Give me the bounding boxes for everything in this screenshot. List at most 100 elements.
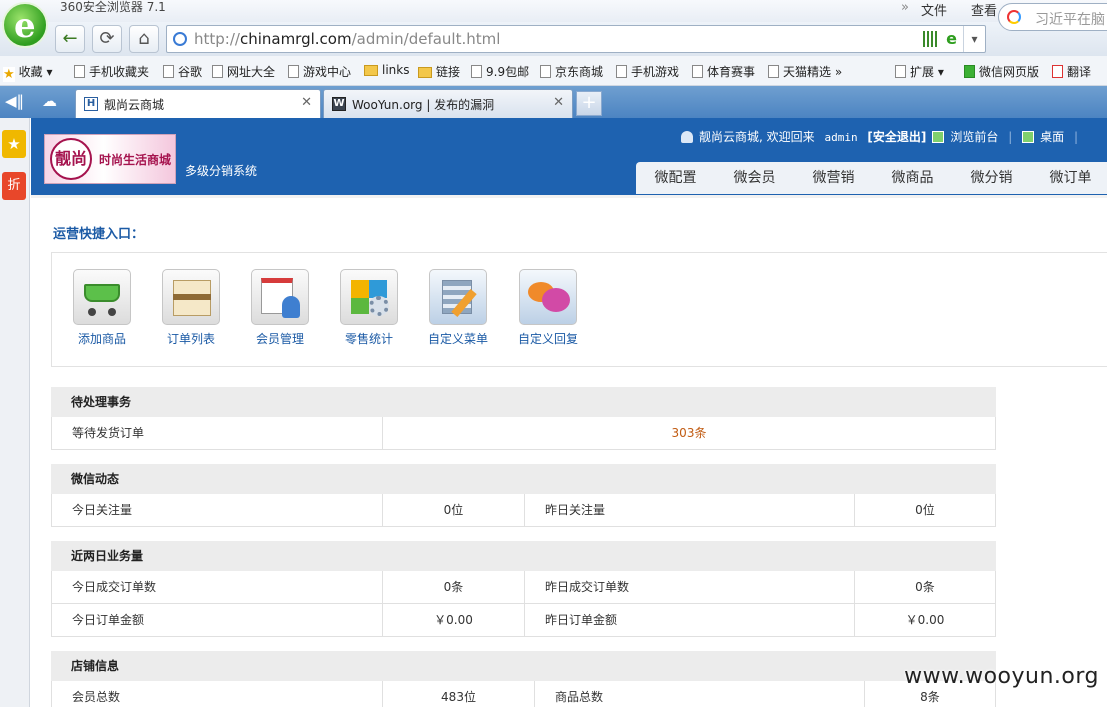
preview-icon [932, 131, 945, 143]
address-url[interactable]: http://chinamrgl.com/admin/default.html [194, 30, 500, 48]
refresh-button[interactable]: ⟳ [92, 25, 122, 53]
quick-order-list[interactable]: 订单列表 [151, 269, 231, 347]
bookmark-favorites[interactable]: ★ 收藏 ▾ [3, 63, 53, 82]
address-dropdown-icon[interactable]: ▾ [963, 26, 985, 52]
puzzle-gear-icon [340, 269, 398, 325]
menu-view[interactable]: 查看 [971, 0, 997, 19]
bookmark-translate[interactable]: 翻译 [1052, 63, 1091, 80]
address-bar[interactable]: http://chinamrgl.com/admin/default.html … [166, 25, 986, 53]
bookmark-mobile-games[interactable]: 手机游戏 [616, 63, 679, 80]
bookmark-99[interactable]: 9.9包邮 [471, 63, 529, 80]
tab-wooyun[interactable]: W WooYun.org | 发布的漏洞 ✕ [323, 89, 573, 118]
username: admin [824, 131, 858, 144]
bookmark-extensions[interactable]: 扩展 ▾ [895, 63, 944, 80]
cloud-icon[interactable]: ☁ [42, 92, 57, 110]
user-icon [681, 131, 693, 143]
pending-orders-count[interactable]: 303条 [382, 417, 995, 449]
favorites-star-icon[interactable]: ★ [2, 130, 26, 158]
section-title: 微信动态 [51, 464, 996, 494]
quick-custom-reply[interactable]: 自定义回复 [508, 269, 588, 347]
favicon-icon: H [84, 97, 98, 111]
brand-logo[interactable]: 靓尚 时尚生活商城 [44, 134, 176, 184]
home-button[interactable]: ⌂ [129, 25, 159, 53]
table-row: 今日订单金额 ￥0.00 昨日订单金额 ￥0.00 [51, 604, 996, 637]
section-wechat: 微信动态 今日关注量 0位 昨日关注量 0位 [51, 464, 996, 527]
discount-icon[interactable]: 折 [2, 172, 26, 200]
back-button[interactable]: ← [55, 25, 85, 53]
bookmark-sports[interactable]: 体育赛事 [692, 63, 755, 80]
bookmark-jd[interactable]: 京东商城 [540, 63, 603, 80]
page-icon [616, 65, 627, 78]
app-header: 靓尚 时尚生活商城 多级分销系统 靓尚云商城, 欢迎回来 admin [安全退出… [31, 118, 1107, 198]
extension-icon [895, 65, 906, 78]
welcome-text: 靓尚云商城, 欢迎回来 [699, 130, 815, 144]
page-icon [540, 65, 551, 78]
desktop-icon [1022, 131, 1035, 143]
page-icon [692, 65, 703, 78]
nav-wx-orders[interactable]: 微订单 [1031, 162, 1107, 194]
close-tab-icon[interactable]: ✕ [301, 95, 312, 110]
table-row: 今日成交订单数 0条 昨日成交订单数 0条 [51, 571, 996, 604]
menu-overflow-icon[interactable]: » [901, 0, 909, 19]
nav-wx-products[interactable]: 微商品 [873, 162, 952, 194]
quick-member-management[interactable]: 会员管理 [240, 269, 320, 347]
edit-menu-icon [429, 269, 487, 325]
page-globe-icon [173, 32, 187, 46]
sidebar-toggle-icon[interactable]: ◀‖ [5, 92, 24, 110]
logout-link[interactable]: [安全退出] [867, 130, 926, 144]
section-title: 待处理事务 [51, 387, 996, 417]
bookmarks-bar: ★ 收藏 ▾ 手机收藏夹 谷歌 网址大全 游戏中心 links 链接 9.9包邮 … [0, 56, 1107, 86]
wechat-icon [964, 65, 975, 78]
browser-logo-icon[interactable]: e [2, 2, 48, 48]
translate-icon [1052, 65, 1063, 78]
ie-mode-icon[interactable]: e [946, 29, 957, 48]
menu-file[interactable]: 文件 [921, 0, 947, 19]
refresh-icon: ⟳ [99, 28, 115, 49]
bookmark-mobile[interactable]: 手机收藏夹 [74, 63, 149, 80]
preview-link[interactable]: 浏览前台 [950, 130, 998, 144]
search-box[interactable]: 习近平在脑 [998, 3, 1107, 31]
main-nav: 微配置 微会员 微营销 微商品 微分销 微订单 [636, 162, 1107, 194]
new-tab-button[interactable]: + [576, 91, 602, 116]
search-input[interactable]: 习近平在脑 [1035, 9, 1105, 29]
order-folder-icon [162, 269, 220, 325]
page-icon [163, 65, 174, 78]
bookmark-hao[interactable]: 网址大全 [212, 63, 275, 80]
quick-custom-menu[interactable]: 自定义菜单 [418, 269, 498, 347]
table-row: 会员总数 483位 商品总数 8条 [51, 681, 996, 707]
bookmark-links[interactable]: links [364, 63, 409, 77]
table-row: 今日关注量 0位 昨日关注量 0位 [51, 494, 996, 527]
browser-sidebar: ★ 折 [0, 118, 30, 707]
bookmark-google[interactable]: 谷歌 [163, 63, 202, 80]
star-icon: ★ [3, 67, 15, 82]
folder-icon [364, 65, 378, 76]
bookmark-tmall[interactable]: 天猫精选 » [768, 63, 842, 80]
desktop-link[interactable]: 桌面 [1040, 130, 1064, 144]
tab-bar: ◀‖ ☁ H 靓尚云商城 ✕ W WooYun.org | 发布的漏洞 ✕ + [0, 86, 1107, 118]
nav-wx-config[interactable]: 微配置 [636, 162, 715, 194]
folder-icon [418, 67, 432, 78]
chat-bubble-icon [519, 269, 577, 325]
favicon-icon: W [332, 97, 346, 111]
browser-title: 360安全浏览器 7.1 [60, 0, 166, 14]
qr-code-icon[interactable] [923, 31, 937, 47]
bookmark-wechat[interactable]: 微信网页版 [964, 63, 1039, 80]
nav-wx-distribution[interactable]: 微分销 [952, 162, 1031, 194]
nav-wx-members[interactable]: 微会员 [715, 162, 794, 194]
section-pending: 待处理事务 等待发货订单 303条 [51, 387, 996, 450]
quick-entry-title: 运营快捷入口： [53, 227, 145, 242]
quick-retail-stats[interactable]: 零售统计 [329, 269, 409, 347]
page-icon [212, 65, 223, 78]
close-tab-icon[interactable]: ✕ [553, 95, 564, 110]
search-engine-icon [1007, 10, 1021, 24]
home-icon: ⌂ [138, 28, 150, 49]
table-row: 等待发货订单 303条 [51, 417, 996, 450]
brand-badge: 靓尚 [50, 138, 92, 180]
nav-wx-marketing[interactable]: 微营销 [794, 162, 873, 194]
bookmark-games[interactable]: 游戏中心 [288, 63, 351, 80]
back-arrow-icon: ← [62, 28, 78, 49]
shopping-cart-icon [73, 269, 131, 325]
quick-add-product[interactable]: 添加商品 [62, 269, 142, 347]
tab-shop[interactable]: H 靓尚云商城 ✕ [75, 89, 321, 118]
bookmark-link[interactable]: 链接 [418, 63, 460, 80]
